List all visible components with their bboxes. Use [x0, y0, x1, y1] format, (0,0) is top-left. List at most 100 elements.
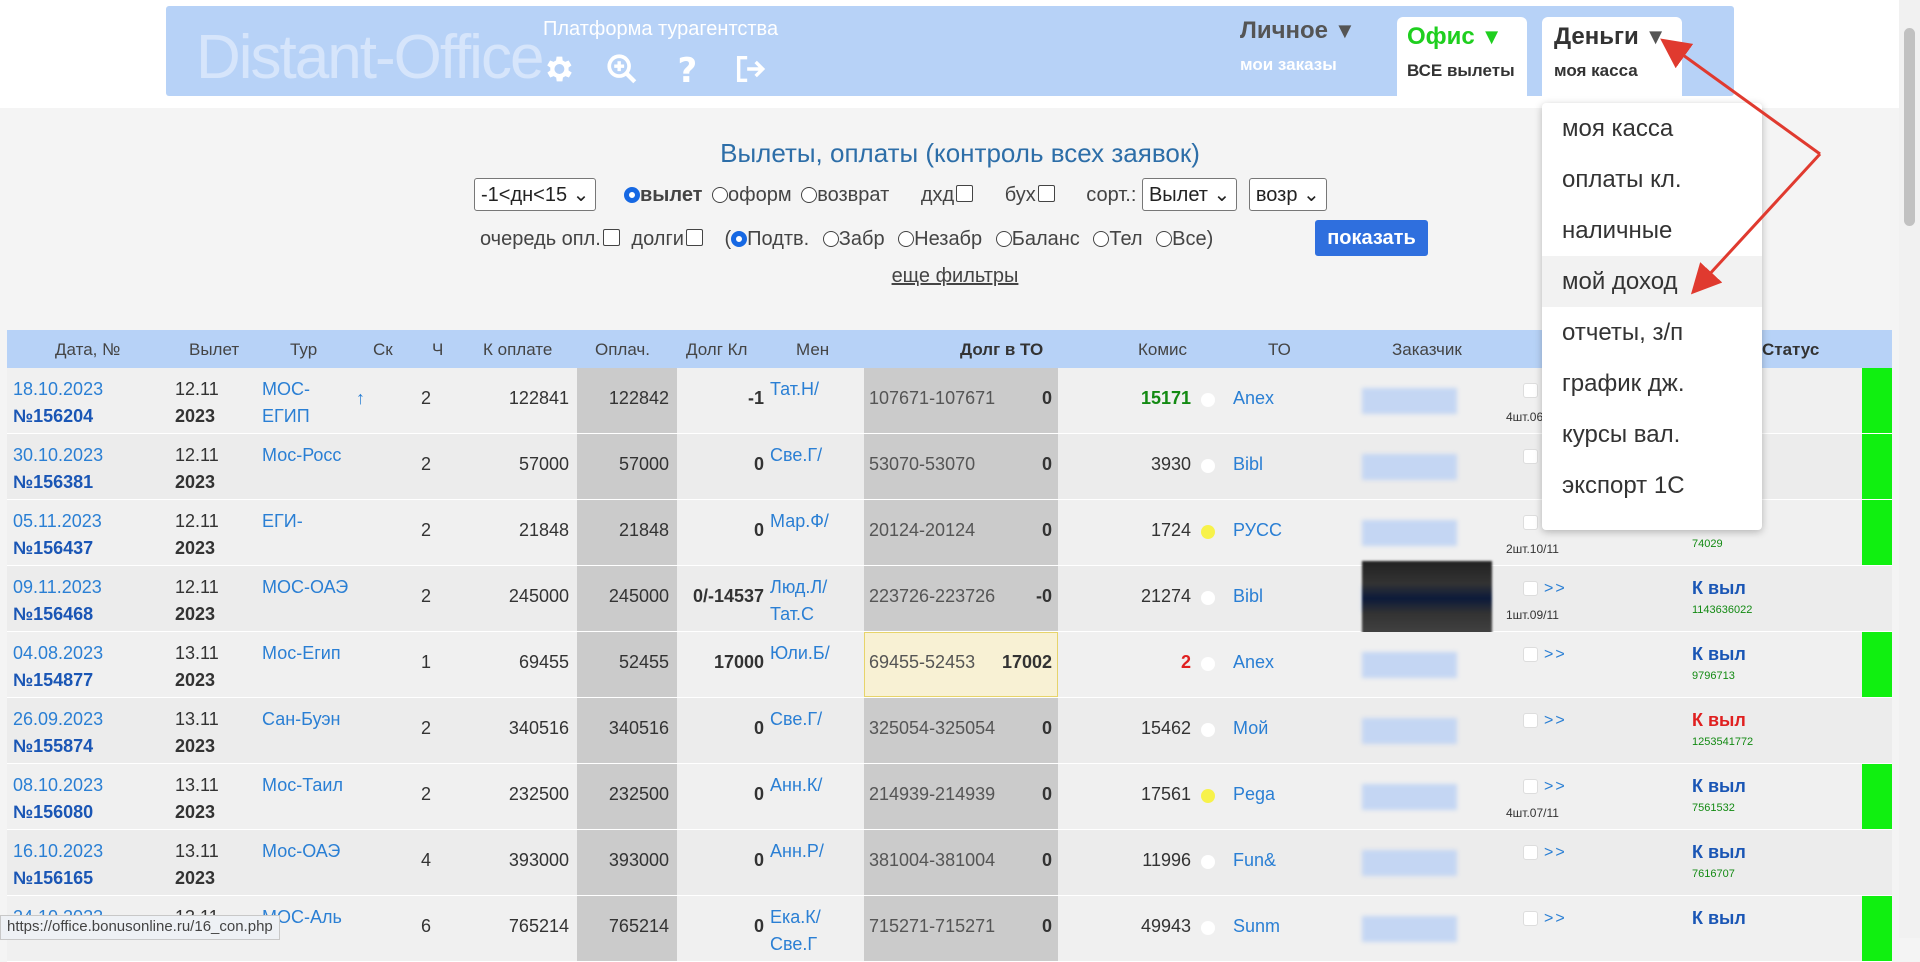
- col-men[interactable]: Мен: [796, 340, 829, 360]
- col-sk[interactable]: Ск: [373, 340, 393, 360]
- radio-vozvrat[interactable]: возврат: [801, 184, 889, 206]
- radio-icon[interactable]: [898, 231, 915, 247]
- menu-dengi[interactable]: Деньги ▼ моя касса: [1542, 17, 1682, 96]
- to-link[interactable]: Pega: [1233, 784, 1275, 804]
- order-date-link[interactable]: 30.10.2023: [13, 445, 103, 465]
- col-tour[interactable]: Тур: [290, 340, 317, 360]
- col-zakazchik[interactable]: Заказчик: [1392, 340, 1462, 360]
- to-cell[interactable]: Sunm: [1233, 916, 1280, 937]
- manager-cell[interactable]: Люд.Л/Тат.С: [770, 574, 827, 628]
- radio-icon[interactable]: [801, 187, 818, 203]
- radio-podtv[interactable]: Подтв.: [731, 228, 809, 250]
- gear-icon[interactable]: [541, 52, 575, 86]
- col-status[interactable]: Статус: [1762, 340, 1819, 360]
- tour-cell[interactable]: МОС- ЕГИП: [262, 376, 310, 430]
- k-vyl-link[interactable]: К выл: [1692, 644, 1746, 665]
- manager-cell[interactable]: Анн.Р/: [770, 838, 824, 865]
- order-number[interactable]: №155874: [13, 736, 93, 756]
- order-number[interactable]: №156381: [13, 472, 93, 492]
- col-dolg-to[interactable]: Долг в ТО: [960, 340, 1043, 360]
- k-vyl-link[interactable]: К выл: [1692, 776, 1746, 797]
- menu-item-kursy-val[interactable]: курсы вал.: [1542, 409, 1762, 460]
- scrollbar[interactable]: [1899, 0, 1920, 938]
- tour-cell[interactable]: Мос-Росс: [262, 442, 341, 469]
- tour-cell[interactable]: ЕГИ-: [262, 508, 303, 535]
- expand-link[interactable]: >>: [1523, 712, 1567, 730]
- to-cell[interactable]: Bibl: [1233, 454, 1263, 475]
- radio-vylet[interactable]: вылет: [624, 184, 702, 206]
- order-date-cell[interactable]: 05.11.2023 №156437: [13, 508, 102, 562]
- show-button[interactable]: показать: [1315, 220, 1428, 256]
- order-date-link[interactable]: 16.10.2023: [13, 841, 103, 861]
- menu-item-grafik[interactable]: график дж.: [1542, 358, 1762, 409]
- manager-cell[interactable]: Ека.К/Све.Г: [770, 904, 821, 958]
- radio-icon[interactable]: [624, 187, 640, 203]
- order-date-link[interactable]: 04.08.2023: [13, 643, 103, 663]
- menu-item-moya-kassa[interactable]: моя касса: [1542, 103, 1762, 154]
- radio-zabr[interactable]: Забр: [822, 228, 885, 250]
- order-date-cell[interactable]: 08.10.2023 №156080: [13, 772, 103, 826]
- order-date-cell[interactable]: 30.10.2023 №156381: [13, 442, 103, 496]
- col-dolg-kl[interactable]: Долг Кл: [686, 340, 747, 360]
- checkbox-queue[interactable]: очередь опл.: [480, 228, 620, 250]
- table-row[interactable]: 26.09.2023 №155874 13.11 2023 Сан-Буэн 2 34051…: [7, 698, 1892, 764]
- table-row[interactable]: 16.10.2023 №156165 13.11 2023 Мос-ОАЭ 4 393000…: [7, 830, 1892, 896]
- col-date[interactable]: Дата, №: [55, 340, 120, 360]
- manager-cell[interactable]: Юли.Б/: [770, 640, 830, 667]
- to-cell[interactable]: Bibl: [1233, 586, 1263, 607]
- expand-link[interactable]: >>: [1523, 646, 1567, 664]
- col-vylet[interactable]: Вылет: [189, 340, 239, 360]
- menu-dengi-title[interactable]: Деньги: [1554, 23, 1639, 50]
- manager-cell[interactable]: Тат.Н/: [770, 376, 819, 403]
- table-row[interactable]: 08.10.2023 №156080 13.11 2023 Мос-Таил 2 23250…: [7, 764, 1892, 830]
- radio-nezabr[interactable]: Незабр: [898, 228, 982, 250]
- manager-link[interactable]: Ека.К/: [770, 907, 821, 927]
- to-cell[interactable]: Fun&: [1233, 850, 1276, 871]
- order-date-link[interactable]: 09.11.2023: [13, 577, 102, 597]
- menu-item-nalichnye[interactable]: наличные: [1542, 205, 1762, 256]
- zoom-in-icon[interactable]: [605, 52, 639, 86]
- to-cell[interactable]: Anex: [1233, 652, 1274, 673]
- k-vyl-link[interactable]: К выл: [1692, 710, 1746, 731]
- checkbox-icon[interactable]: [1037, 185, 1055, 202]
- to-cell[interactable]: РУСС: [1233, 520, 1282, 541]
- manager-cell[interactable]: Све.Г/: [770, 706, 822, 733]
- manager-link[interactable]: Тат.Н/: [770, 379, 819, 399]
- manager-link-2[interactable]: Тат.С: [770, 604, 814, 624]
- to-link[interactable]: Мой: [1233, 718, 1268, 738]
- checkbox-icon[interactable]: [956, 185, 974, 202]
- radio-icon[interactable]: [822, 231, 839, 247]
- table-row[interactable]: 24.10.202313.11МОС-Аль67652147652140Ека.…: [7, 896, 1892, 962]
- order-number[interactable]: №156165: [13, 868, 93, 888]
- help-icon[interactable]: ?: [669, 51, 703, 91]
- checkbox-icon[interactable]: [1523, 647, 1538, 663]
- order-date-cell[interactable]: 26.09.2023 №155874: [13, 706, 103, 760]
- manager-link[interactable]: Све.Г/: [770, 445, 822, 465]
- logout-icon[interactable]: [733, 52, 767, 86]
- order-number[interactable]: №154877: [13, 670, 93, 690]
- radio-balans[interactable]: Баланс: [995, 228, 1080, 250]
- to-link[interactable]: Anex: [1233, 652, 1274, 672]
- checkbox-debts[interactable]: долги: [631, 228, 703, 250]
- tour-link[interactable]: Мос-Росс: [262, 445, 341, 465]
- manager-link[interactable]: Анн.Р/: [770, 841, 824, 861]
- checkbox-icon[interactable]: [1523, 581, 1538, 597]
- tour-cell[interactable]: Мос-Егип: [262, 640, 341, 667]
- order-number[interactable]: №156204: [13, 406, 93, 426]
- manager-cell[interactable]: Све.Г/: [770, 442, 822, 469]
- col-komis[interactable]: Комис: [1138, 340, 1187, 360]
- radio-icon[interactable]: [995, 231, 1012, 247]
- order-date-cell[interactable]: 09.11.2023 №156468: [13, 574, 102, 628]
- manager-link[interactable]: Юли.Б/: [770, 643, 830, 663]
- checkbox-icon[interactable]: [1523, 845, 1538, 861]
- tour-link[interactable]: ЕГИ-: [262, 511, 303, 531]
- checkbox-icon[interactable]: [1523, 383, 1538, 399]
- table-row[interactable]: 09.11.2023 №156468 12.11 2023 МОС-ОАЭ 2 245000…: [7, 561, 1892, 636]
- checkbox-icon[interactable]: [602, 229, 620, 246]
- k-vyl-link[interactable]: К выл: [1692, 908, 1746, 929]
- manager-link[interactable]: Анн.К/: [770, 775, 822, 795]
- tour-link[interactable]: МОС-ОАЭ: [262, 577, 348, 597]
- checkbox-bux[interactable]: бух: [1005, 184, 1055, 206]
- checkbox-icon[interactable]: [1523, 515, 1538, 531]
- tour-cell[interactable]: Сан-Буэн: [262, 706, 341, 733]
